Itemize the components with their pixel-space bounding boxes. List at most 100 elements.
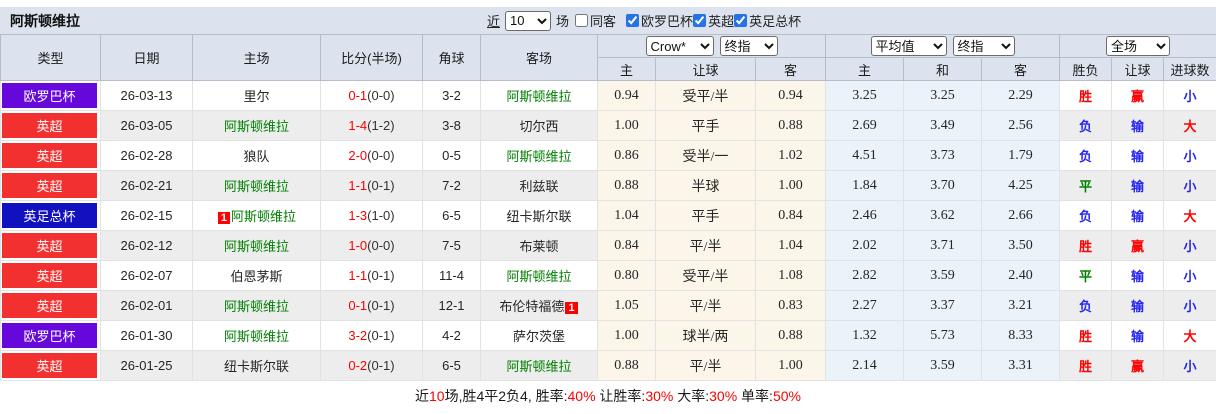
- team-name: 阿斯顿维拉: [223, 299, 289, 314]
- away-cell: 切尔西: [480, 110, 598, 141]
- summary-segment: 10: [429, 388, 445, 404]
- team-name: 阿斯顿维拉: [506, 89, 572, 104]
- home-cell: 1 阿斯顿维拉: [192, 200, 321, 231]
- goals-result-cell: 小: [1163, 80, 1216, 111]
- euro-odds-cell: 4.51: [825, 140, 905, 171]
- match-row: 欧罗巴杯 26-03-13 里尔 0-1(0-0) 3-2 阿斯顿维拉 0.94 受平/半 0.…: [0, 80, 1216, 111]
- away-cell: 萨尔茨堡: [480, 320, 598, 351]
- euro-odds-cell: 2.82: [825, 260, 905, 291]
- match-row: 英超 26-02-21 阿斯顿维拉 1-1(0-1) 7-2 利兹联 0.88 半球 1.00 1…: [0, 170, 1216, 201]
- euro-odds-cell: 3.62: [903, 200, 983, 231]
- goals-result-cell: 小: [1163, 140, 1216, 171]
- home-cell: 阿斯顿维拉: [192, 170, 321, 201]
- asian-stage-select[interactable]: 终指: [719, 36, 778, 56]
- euro-odds-cell: 2.69: [825, 110, 905, 141]
- filter-europa-league: 欧罗巴杯: [626, 11, 693, 30]
- asian-odds-cell: 0.80: [597, 260, 656, 291]
- filter-facup-checkbox[interactable]: [734, 14, 748, 27]
- asian-odds-cell: 平手: [655, 200, 756, 231]
- corner-cell: 3-8: [422, 110, 481, 141]
- euro-odds-cell: 3.37: [903, 290, 983, 321]
- col-header-asian-home: 主: [597, 57, 656, 81]
- asian-odds-cell: 0.88: [597, 350, 656, 381]
- average-select[interactable]: 平均值: [870, 36, 947, 56]
- euro-stage-select[interactable]: 终指: [952, 36, 1015, 56]
- header-band: 阿斯顿维拉 近 10 场 同客 欧罗巴杯 英超 英足总杯: [0, 7, 1216, 34]
- matches-label: 场: [556, 14, 570, 29]
- match-history-table: 类型 日期 主场 比分(半场) 角球 客场 Crow* 终指 平均值 终指 全场…: [0, 34, 1216, 381]
- filter-epl-checkbox[interactable]: [693, 14, 707, 27]
- asian-odds-cell: 0.84: [597, 230, 656, 261]
- goals-result-cell: 大: [1163, 110, 1216, 141]
- summary-segment: 30%: [709, 388, 738, 404]
- score-cell: 1-4(1-2): [320, 110, 423, 141]
- asian-odds-cell: 平手: [655, 110, 756, 141]
- away-cell: 阿斯顿维拉: [480, 260, 598, 291]
- col-header-goals: 进球数: [1163, 57, 1216, 81]
- league-badge: 英超: [2, 233, 97, 258]
- goals-result-cell: 小: [1163, 170, 1216, 201]
- date-cell: 26-02-01: [100, 290, 193, 321]
- league-badge: 英超: [2, 113, 97, 138]
- summary-segment: 让胜率:: [595, 388, 646, 404]
- handicap-result-cell: 输: [1111, 290, 1165, 321]
- asian-odds-cell: 0.84: [754, 200, 827, 231]
- page-title: 阿斯顿维拉: [10, 12, 80, 29]
- corner-cell: 7-5: [422, 230, 481, 261]
- home-cell: 狼队: [192, 140, 321, 171]
- league-cell: 英超: [0, 170, 101, 201]
- corner-cell: 7-2: [422, 170, 481, 201]
- away-cell: 纽卡斯尔联: [480, 200, 598, 231]
- away-cell: 利兹联: [480, 170, 598, 201]
- corner-cell: 3-2: [422, 80, 481, 111]
- summary-text: 近10场,胜4平2负4, 胜率:40% 让胜率:30% 大率:30% 单率:50…: [415, 388, 801, 404]
- control-header-row: 类型 日期 主场 比分(半场) 角球 客场 Crow* 终指 平均值 终指 全场: [0, 34, 1216, 81]
- team-name: 利兹联: [519, 179, 559, 194]
- summary-segment: 近: [415, 388, 430, 404]
- recent-count-select[interactable]: 10: [505, 10, 552, 31]
- league-badge: 英超: [2, 173, 97, 198]
- team-name: 阿斯顿维拉: [223, 179, 289, 194]
- bookmaker-select[interactable]: Crow*: [645, 36, 714, 56]
- league-badge: 英超: [2, 143, 97, 168]
- asian-odds-cell: 1.02: [754, 140, 827, 171]
- match-row: 英超 26-02-12 阿斯顿维拉 1-0(0-0) 7-5 布莱顿 0.84 平/半 1.04…: [0, 230, 1216, 261]
- league-badge: 英超: [2, 263, 97, 288]
- team-name: 阿斯顿维拉: [506, 269, 572, 284]
- date-cell: 26-02-07: [100, 260, 193, 291]
- same-away-checkbox[interactable]: [575, 14, 589, 27]
- filter-epl-label: 英超: [708, 14, 735, 29]
- asian-odds-cell: 受平/半: [655, 80, 756, 111]
- filter-epl: 英超: [693, 11, 734, 30]
- red-card-badge: 1: [217, 212, 231, 224]
- date-cell: 26-02-12: [100, 230, 193, 261]
- league-cell: 英超: [0, 290, 101, 321]
- asian-odds-cell: 1.05: [597, 290, 656, 321]
- match-row: 英超 26-02-07 伯恩茅斯 1-1(0-1) 11-4 阿斯顿维拉 0.80 受平/半 1…: [0, 260, 1216, 291]
- euro-odds-cell: 2.56: [981, 110, 1061, 141]
- match-history-panel: 阿斯顿维拉 近 10 场 同客 欧罗巴杯 英超 英足总杯 类型 日期 主场 比分…: [0, 0, 1216, 414]
- away-cell: 阿斯顿维拉: [480, 80, 598, 111]
- filter-controls: 近 10 场 同客 欧罗巴杯 英超 英足总杯: [487, 7, 801, 34]
- match-row: 英超 26-01-25 纽卡斯尔联 0-2(0-1) 6-5 阿斯顿维拉 0.88 平/半 1.…: [0, 350, 1216, 381]
- home-cell: 里尔: [192, 80, 321, 111]
- handicap-result-cell: 输: [1111, 170, 1165, 201]
- score-cell: 1-0(0-0): [320, 230, 423, 261]
- corner-cell: 6-5: [422, 200, 481, 231]
- euro-odds-cell: 3.25: [903, 80, 983, 111]
- scope-controls: 全场: [1059, 34, 1216, 58]
- filter-europa-label: 欧罗巴杯: [641, 14, 694, 29]
- asian-odds-cell: 1.00: [597, 320, 656, 351]
- scope-select[interactable]: 全场: [1106, 36, 1171, 56]
- handicap-result-cell: 输: [1111, 140, 1165, 171]
- handicap-result-cell: 输: [1111, 110, 1165, 141]
- filter-europa-checkbox[interactable]: [626, 14, 640, 27]
- recent-matches-link[interactable]: 近: [487, 11, 500, 30]
- team-name: 里尔: [243, 89, 270, 104]
- euro-odds-cell: 2.66: [981, 200, 1061, 231]
- team-name: 切尔西: [519, 119, 559, 134]
- league-cell: 英超: [0, 110, 101, 141]
- match-row: 英足总杯 26-02-15 1 阿斯顿维拉 1-3(1-0) 6-5 纽卡斯尔联 1.04 平手…: [0, 200, 1216, 231]
- score-cell: 3-2(0-1): [320, 320, 423, 351]
- match-row: 欧罗巴杯 26-01-30 阿斯顿维拉 3-2(0-1) 4-2 萨尔茨堡 1.00 球半/两…: [0, 320, 1216, 351]
